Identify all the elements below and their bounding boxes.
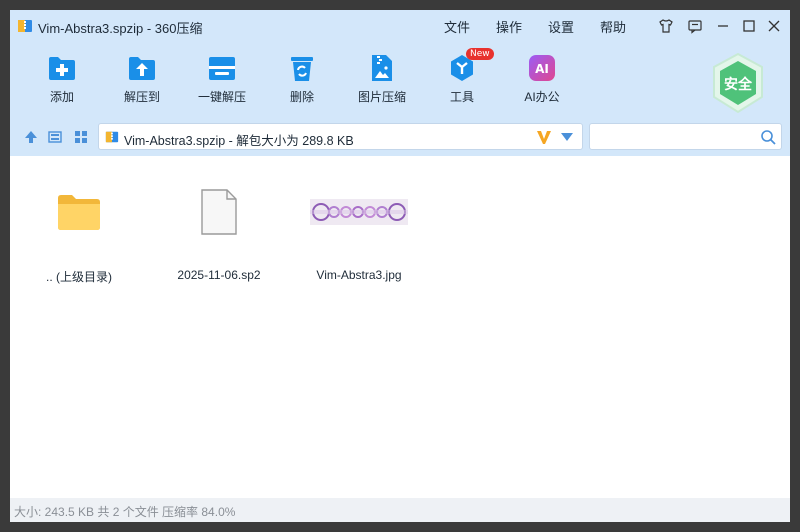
- menu-help[interactable]: 帮助: [600, 17, 626, 36]
- ai-icon-text: AI: [535, 62, 549, 76]
- search-icon[interactable]: [760, 129, 776, 145]
- app-window: Vim-Abstra3.spzip - 360压缩 文件 操作 设置 帮助 添加…: [10, 10, 790, 522]
- add-icon: [49, 57, 75, 80]
- delete-button[interactable]: 删除: [262, 50, 342, 110]
- ai-office-button[interactable]: AI AI办公: [502, 50, 582, 110]
- search-input[interactable]: [594, 127, 754, 147]
- file-name: 2025-11-06.sp2: [177, 268, 261, 282]
- zip-file-icon: [105, 131, 119, 143]
- menu-settings[interactable]: 设置: [548, 17, 574, 36]
- toolbar: 添加 解压到 一键解压 删除 图片压缩 New 工具 AI AI办公 安全: [10, 42, 790, 116]
- new-badge: New: [466, 48, 494, 60]
- detail-view-icon: [48, 131, 62, 143]
- folder-icon: [58, 195, 100, 230]
- maximize-button[interactable]: [739, 16, 759, 36]
- close-icon: [768, 20, 780, 32]
- zip-app-icon: [18, 20, 32, 32]
- shirt-icon: [659, 19, 673, 33]
- minimize-button[interactable]: [713, 16, 733, 36]
- one-click-extract-button[interactable]: 一键解压: [182, 50, 262, 110]
- ai-office-icon: AI: [529, 55, 555, 81]
- extract-to-button[interactable]: 解压到: [102, 50, 182, 110]
- search-box: [589, 123, 782, 150]
- feedback-button[interactable]: [685, 16, 705, 36]
- tools-label: 工具: [449, 90, 474, 104]
- vip-logo-icon[interactable]: [536, 129, 552, 145]
- file-item-sp2[interactable]: 2025-11-06.sp2: [164, 178, 274, 282]
- window-title: Vim-Abstra3.spzip - 360压缩: [38, 21, 203, 36]
- skin-button[interactable]: [656, 16, 676, 36]
- file-list-area: .. (上级目录) 2025-11-06.sp2 Vim-Abstra3.jpg: [10, 156, 790, 496]
- address-field[interactable]: Vim-Abstra3.spzip - 解包大小为 289.8 KB: [98, 123, 583, 150]
- file-name: .. (上级目录): [46, 270, 112, 284]
- add-button[interactable]: 添加: [22, 50, 102, 110]
- detail-view-button[interactable]: [46, 128, 64, 146]
- add-label: 添加: [49, 90, 74, 104]
- up-button[interactable]: [22, 128, 40, 146]
- security-label: 安全: [724, 76, 752, 92]
- address-path: Vim-Abstra3.spzip - 解包大小为 289.8 KB: [124, 134, 354, 148]
- status-text: 大小: 243.5 KB 共 2 个文件 压缩率 84.0%: [14, 505, 236, 519]
- security-badge[interactable]: 安全: [710, 52, 766, 114]
- delete-icon: [291, 57, 313, 81]
- menu-file[interactable]: 文件: [444, 17, 470, 36]
- grid-view-icon: [75, 131, 87, 143]
- file-name: Vim-Abstra3.jpg: [316, 268, 402, 282]
- tools-button[interactable]: New 工具: [422, 48, 502, 110]
- grid-view-button[interactable]: [72, 128, 90, 146]
- ai-office-label: AI办公: [524, 90, 560, 104]
- menu-operate[interactable]: 操作: [496, 17, 522, 36]
- message-icon: [688, 20, 702, 34]
- arrow-up-icon: [25, 131, 37, 143]
- delete-label: 删除: [289, 90, 314, 104]
- status-bar: 大小: 243.5 KB 共 2 个文件 压缩率 84.0%: [10, 498, 790, 522]
- close-button[interactable]: [764, 16, 784, 36]
- document-icon: [201, 189, 237, 235]
- image-compress-button[interactable]: 图片压缩: [342, 50, 422, 110]
- image-thumbnail: [310, 199, 408, 225]
- image-compress-icon: [372, 55, 392, 81]
- title-bar: Vim-Abstra3.spzip - 360压缩 文件 操作 设置 帮助: [10, 10, 790, 42]
- chevron-down-icon[interactable]: [560, 131, 574, 143]
- file-item-parent[interactable]: .. (上级目录): [24, 178, 134, 284]
- extract-to-label: 解压到: [123, 90, 160, 104]
- file-item-jpg[interactable]: Vim-Abstra3.jpg: [304, 178, 414, 282]
- maximize-icon: [743, 20, 755, 32]
- address-bar-row: Vim-Abstra3.spzip - 解包大小为 289.8 KB: [10, 116, 790, 156]
- one-click-extract-icon: [209, 57, 235, 80]
- minimize-icon: [718, 25, 728, 27]
- image-compress-label: 图片压缩: [357, 90, 406, 104]
- extract-to-icon: [129, 57, 155, 80]
- one-click-extract-label: 一键解压: [197, 90, 246, 104]
